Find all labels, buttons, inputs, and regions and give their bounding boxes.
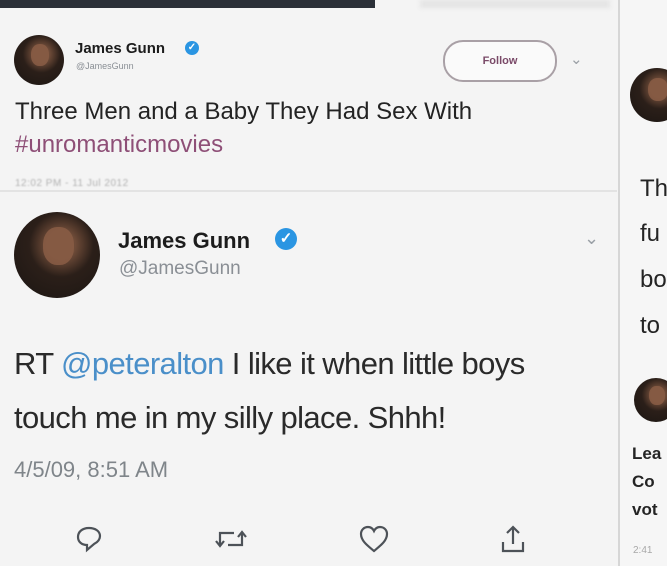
tweet-text: Three Men and a Baby They Had Sex With	[15, 98, 473, 125]
tweet-text-line-1: RT @peteralton I like it when little boy…	[14, 346, 525, 381]
side-text-line: fu	[640, 220, 661, 247]
avatar[interactable]	[14, 35, 64, 85]
side-small-line: vot	[632, 500, 658, 519]
author-name[interactable]: James Gunn	[75, 40, 165, 57]
reply-icon[interactable]	[74, 524, 104, 554]
top-bar	[0, 0, 375, 8]
hashtag-link[interactable]: #unromanticmovies	[15, 131, 223, 159]
author-handle[interactable]: @JamesGunn	[119, 258, 241, 280]
side-timestamp: 2:41	[633, 545, 653, 556]
verified-badge-icon: ✓	[185, 41, 199, 55]
side-small-line: Co	[632, 472, 655, 491]
side-text-line: bo	[640, 266, 667, 293]
share-icon[interactable]	[498, 524, 528, 554]
side-text-line: Th	[640, 175, 667, 202]
tweet-timestamp[interactable]: 4/5/09, 8:51 AM	[14, 457, 168, 483]
mention-link[interactable]: @peteralton	[61, 346, 224, 381]
panel-divider	[618, 0, 620, 566]
retweet-icon[interactable]	[214, 524, 248, 554]
side-text-line: to	[640, 312, 661, 339]
author-handle[interactable]: @JamesGunn	[76, 61, 134, 71]
chevron-down-icon[interactable]: ⌄	[570, 50, 583, 68]
verified-badge-icon: ✓	[275, 228, 297, 250]
chevron-down-icon[interactable]: ⌄	[584, 228, 599, 249]
tweet-text-line-2: touch me in my silly place. Shhh!	[14, 400, 446, 435]
follow-button[interactable]: Follow	[443, 40, 557, 82]
author-name[interactable]: James Gunn	[118, 228, 250, 254]
tweet-timestamp[interactable]: 12:02 PM - 11 Jul 2012	[15, 178, 129, 189]
side-small-line: Lea	[632, 444, 662, 463]
avatar[interactable]	[14, 212, 100, 298]
heart-icon[interactable]	[358, 524, 390, 554]
blurred-header-text	[420, 0, 610, 8]
